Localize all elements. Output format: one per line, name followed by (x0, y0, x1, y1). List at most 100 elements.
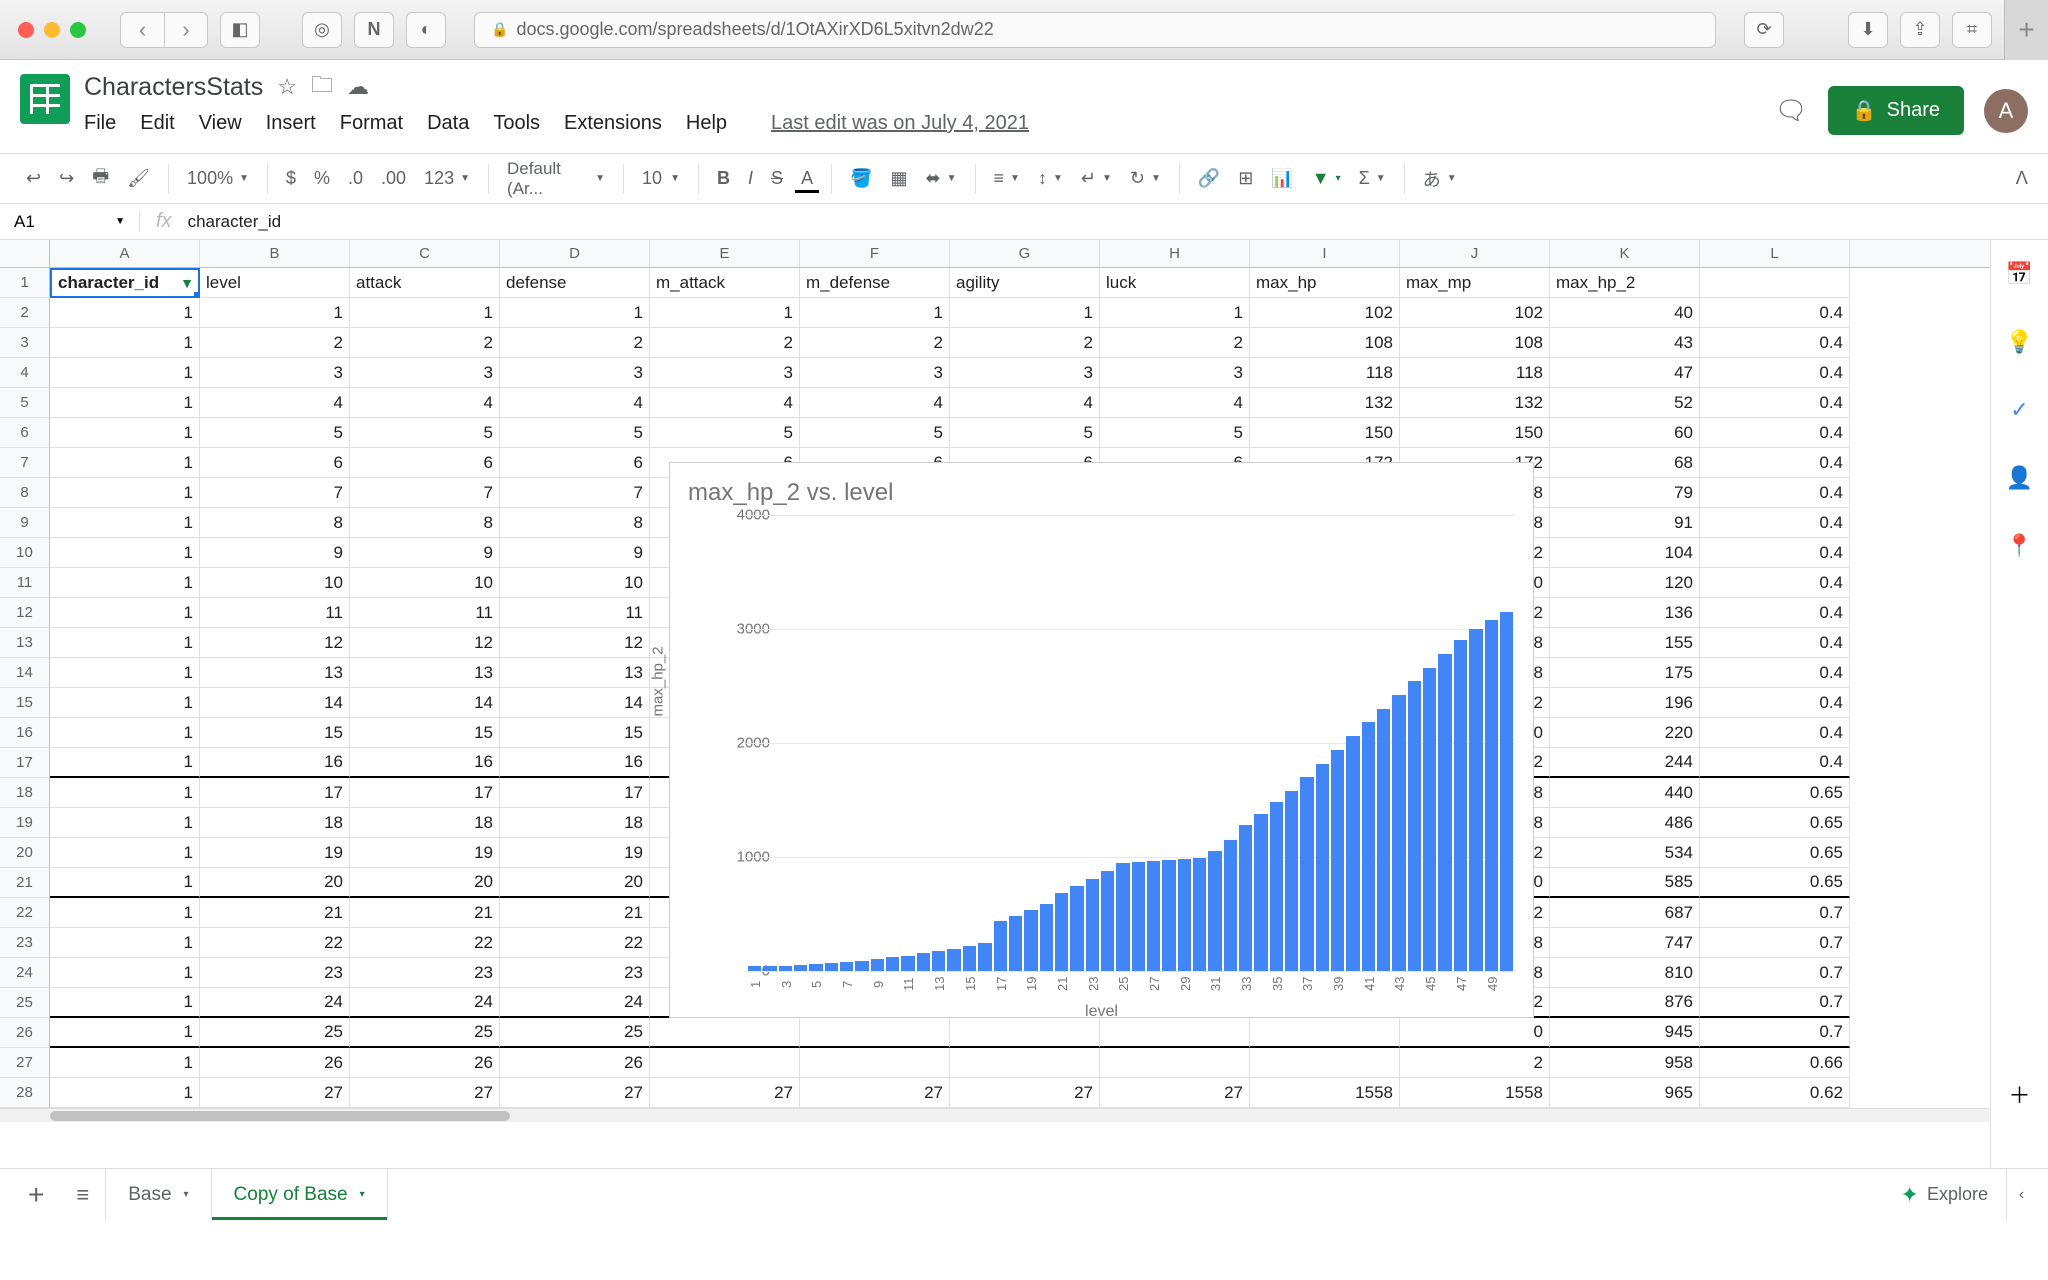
row-header[interactable]: 22 (0, 898, 50, 928)
cell[interactable]: 8 (200, 508, 350, 538)
cell[interactable]: 1 (200, 298, 350, 328)
cell[interactable]: 1 (50, 988, 200, 1018)
cell[interactable]: 1558 (1400, 1078, 1550, 1108)
cell[interactable]: 21 (500, 898, 650, 928)
cell[interactable]: 3 (500, 358, 650, 388)
cell[interactable]: 14 (200, 688, 350, 718)
cell[interactable]: 220 (1550, 718, 1700, 748)
cell[interactable]: 6 (350, 448, 500, 478)
cell[interactable]: 1 (1100, 298, 1250, 328)
cell[interactable]: 1 (50, 478, 200, 508)
cell[interactable]: 25 (350, 1018, 500, 1048)
cell[interactable]: 1 (50, 508, 200, 538)
cell[interactable]: 27 (950, 1078, 1100, 1108)
row-header[interactable]: 7 (0, 448, 50, 478)
cell[interactable]: m_attack (650, 268, 800, 298)
cell[interactable]: 10 (200, 568, 350, 598)
cell[interactable]: 244 (1550, 748, 1700, 778)
ext-icon-shield[interactable]: ◐ (406, 12, 446, 48)
cell[interactable]: 104 (1550, 538, 1700, 568)
cell[interactable]: 1 (50, 1018, 200, 1048)
cell[interactable]: 0.66 (1700, 1048, 1850, 1078)
cell[interactable]: 0.4 (1700, 538, 1850, 568)
cell[interactable]: 1 (50, 358, 200, 388)
cell[interactable]: 2 (800, 328, 950, 358)
cell[interactable]: 1 (50, 418, 200, 448)
cell[interactable] (1250, 1018, 1400, 1048)
cell[interactable]: 9 (350, 538, 500, 568)
row-header[interactable]: 28 (0, 1078, 50, 1108)
cell[interactable]: 0.4 (1700, 388, 1850, 418)
cell[interactable]: 1 (50, 1048, 200, 1078)
cell[interactable]: 0.7 (1700, 988, 1850, 1018)
ext-icon-notion[interactable]: N (354, 12, 394, 48)
row-header[interactable]: 19 (0, 808, 50, 838)
cell[interactable]: 60 (1550, 418, 1700, 448)
row-header[interactable]: 6 (0, 418, 50, 448)
bold-button[interactable]: B (711, 164, 736, 193)
menu-view[interactable]: View (199, 112, 242, 135)
text-color-button[interactable]: A (795, 164, 819, 193)
cell[interactable]: 0.4 (1700, 688, 1850, 718)
explore-button[interactable]: ✦ Explore (1883, 1182, 2006, 1208)
cell[interactable]: 79 (1550, 478, 1700, 508)
cell[interactable]: 16 (500, 748, 650, 778)
sidebar-toggle[interactable]: ◧ (220, 12, 260, 48)
print-button[interactable]: 🖶 (86, 160, 115, 198)
cell[interactable]: 5 (1100, 418, 1250, 448)
cell[interactable]: 175 (1550, 658, 1700, 688)
cell[interactable]: 2 (350, 328, 500, 358)
embedded-chart[interactable]: max_hp_2 vs. level max_hp_2 010002000300… (669, 462, 1534, 1018)
col-header-L[interactable]: L (1700, 240, 1850, 267)
menu-help[interactable]: Help (686, 112, 727, 135)
maps-addon-icon[interactable]: 📍 (2006, 532, 2034, 560)
cell[interactable]: 22 (200, 928, 350, 958)
cell[interactable]: 1 (50, 808, 200, 838)
cell[interactable]: 3 (800, 358, 950, 388)
currency-button[interactable]: $ (280, 164, 302, 193)
cell[interactable]: 1 (50, 778, 200, 808)
functions-button[interactable]: Σ▼ (1353, 164, 1392, 193)
comment-add-button[interactable]: ⊞ (1232, 164, 1259, 193)
col-header-I[interactable]: I (1250, 240, 1400, 267)
close-window[interactable] (18, 22, 34, 38)
cell[interactable]: 945 (1550, 1018, 1700, 1048)
halign-button[interactable]: ≡▼ (988, 164, 1026, 193)
cell[interactable]: 0.4 (1700, 748, 1850, 778)
menu-file[interactable]: File (84, 112, 116, 135)
cell[interactable]: 4 (200, 388, 350, 418)
cell[interactable]: character_id▼ (50, 268, 200, 298)
cell[interactable]: 3 (200, 358, 350, 388)
number-format[interactable]: 123▼ (418, 164, 476, 193)
cell[interactable]: 8 (350, 508, 500, 538)
col-header-F[interactable]: F (800, 240, 950, 267)
cell[interactable]: 27 (1100, 1078, 1250, 1108)
cell[interactable]: 19 (200, 838, 350, 868)
percent-button[interactable]: % (308, 164, 336, 193)
menu-edit[interactable]: Edit (140, 112, 174, 135)
last-edit-link[interactable]: Last edit was on July 4, 2021 (771, 112, 1029, 135)
spreadsheet-grid[interactable]: ABCDEFGHIJKL 1character_id▼levelattackde… (0, 240, 1990, 1168)
row-header[interactable]: 24 (0, 958, 50, 988)
cell[interactable]: 5 (350, 418, 500, 448)
col-header-B[interactable]: B (200, 240, 350, 267)
merge-button[interactable]: ⬌▼ (920, 164, 963, 193)
cell[interactable]: 3 (1100, 358, 1250, 388)
cell[interactable]: 1 (800, 298, 950, 328)
strike-button[interactable]: S (765, 164, 789, 193)
share-os-button[interactable]: ⇪ (1900, 12, 1940, 48)
cell[interactable]: 27 (350, 1078, 500, 1108)
input-tools-button[interactable]: あ▼ (1417, 162, 1463, 196)
cell[interactable]: 1 (650, 298, 800, 328)
cell[interactable]: 108 (1250, 328, 1400, 358)
cell[interactable]: 11 (200, 598, 350, 628)
menu-insert[interactable]: Insert (266, 112, 316, 135)
reload-button[interactable]: ⟳ (1744, 12, 1784, 48)
cell[interactable]: level (200, 268, 350, 298)
cell[interactable] (1700, 268, 1850, 298)
cell[interactable]: 0.62 (1700, 1078, 1850, 1108)
cell[interactable]: 19 (500, 838, 650, 868)
minimize-window[interactable] (44, 22, 60, 38)
cell[interactable]: 12 (350, 628, 500, 658)
cell[interactable]: 16 (350, 748, 500, 778)
